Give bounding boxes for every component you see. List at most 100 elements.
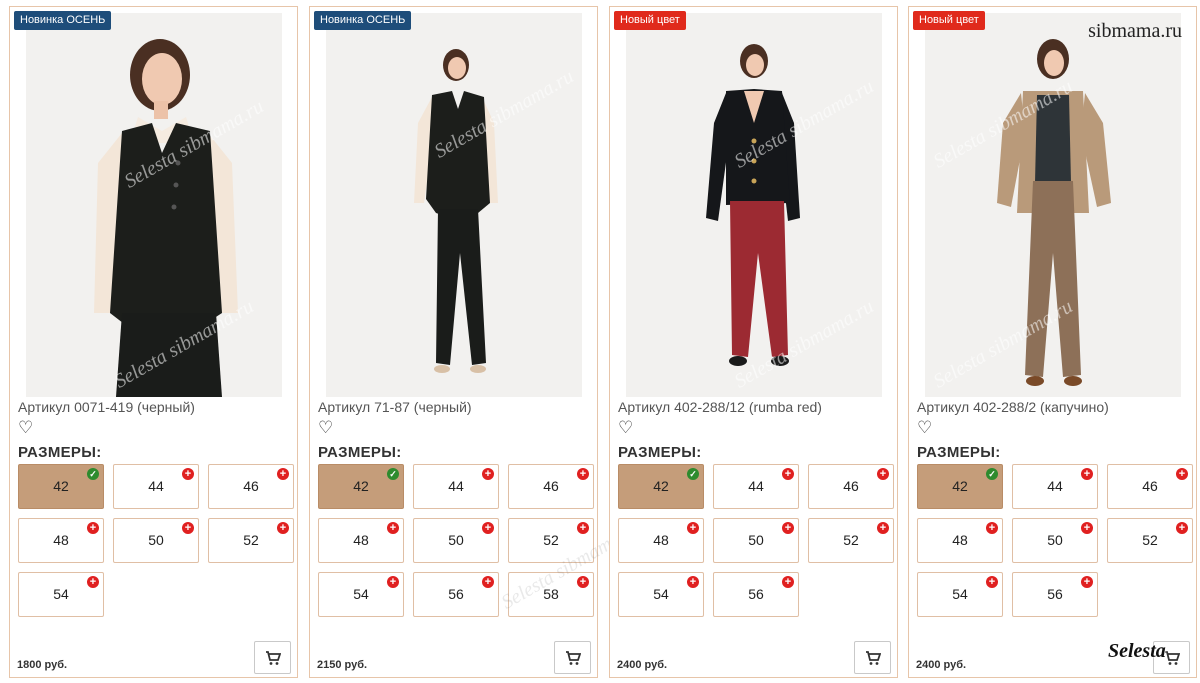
plus-icon: +: [387, 522, 399, 534]
size-option-58[interactable]: 58 +: [508, 572, 594, 617]
plus-icon: +: [577, 522, 589, 534]
plus-icon: +: [986, 576, 998, 588]
favorite-heart-icon[interactable]: ♡: [18, 419, 33, 437]
size-option-48[interactable]: 48 +: [318, 518, 404, 563]
product-card: Selesta sibmama.ru Новинка ОСЕНЬ Артикул…: [309, 6, 644, 678]
size-label: 52: [243, 532, 259, 548]
sizes-title: РАЗМЕРЫ:: [618, 444, 702, 461]
size-option-54[interactable]: 54 +: [318, 572, 404, 617]
plus-icon: +: [482, 468, 494, 480]
plus-icon: +: [1176, 468, 1188, 480]
product-photo[interactable]: Selesta sibmama.ru Selesta sibmama.ru: [925, 13, 1181, 397]
plus-icon: +: [877, 468, 889, 480]
plus-icon: +: [1176, 522, 1188, 534]
plus-icon: +: [277, 468, 289, 480]
size-option-52[interactable]: 52 +: [208, 518, 294, 563]
size-option-52[interactable]: 52 +: [1107, 518, 1193, 563]
plus-icon: +: [277, 522, 289, 534]
plus-icon: +: [877, 522, 889, 534]
site-watermark: sibmama.ru: [1088, 20, 1182, 42]
size-option-50[interactable]: 50 +: [713, 518, 799, 563]
product-badge: Новый цвет: [614, 11, 686, 30]
product-article[interactable]: Артикул 402-288/12 (rumba red): [618, 399, 822, 415]
favorite-heart-icon[interactable]: ♡: [917, 419, 932, 437]
plus-icon: +: [182, 468, 194, 480]
size-option-44[interactable]: 44 +: [113, 464, 199, 509]
size-label: 50: [1047, 532, 1063, 548]
size-option-52[interactable]: 52 +: [508, 518, 594, 563]
plus-icon: +: [986, 522, 998, 534]
size-option-56[interactable]: 56 +: [413, 572, 499, 617]
add-to-cart-button[interactable]: [554, 641, 591, 674]
size-label: 54: [653, 586, 669, 602]
size-option-46[interactable]: 46 +: [508, 464, 594, 509]
model-in-cardigan-and-red-pants-illustration: [626, 13, 882, 397]
size-option-42[interactable]: 42 ✓: [18, 464, 104, 509]
size-label: 48: [53, 532, 69, 548]
product-card: Selesta sibmama.ru Selesta sibmama.ru Но…: [609, 6, 898, 678]
size-label: 46: [243, 478, 259, 494]
plus-icon: +: [482, 522, 494, 534]
plus-icon: +: [87, 576, 99, 588]
size-label: 52: [843, 532, 859, 548]
size-option-44[interactable]: 44 +: [713, 464, 799, 509]
plus-icon: +: [577, 468, 589, 480]
size-option-46[interactable]: 46 +: [208, 464, 294, 509]
size-option-48[interactable]: 48 +: [18, 518, 104, 563]
plus-icon: +: [1081, 576, 1093, 588]
product-price: 2400 руб.: [916, 659, 967, 671]
product-article[interactable]: Артикул 71-87 (черный): [318, 399, 472, 415]
size-option-46[interactable]: 46 +: [1107, 464, 1193, 509]
favorite-heart-icon[interactable]: ♡: [318, 419, 333, 437]
shopping-cart-icon: [1165, 651, 1180, 665]
product-badge: Новинка ОСЕНЬ: [14, 11, 112, 30]
plus-icon: +: [87, 522, 99, 534]
product-photo[interactable]: Selesta sibmama.ru Selesta sibmama.ru: [626, 13, 882, 397]
size-label: 44: [1047, 478, 1063, 494]
size-option-50[interactable]: 50 +: [1012, 518, 1098, 563]
shopping-cart-icon: [266, 651, 281, 665]
size-label: 52: [543, 532, 559, 548]
size-label: 56: [748, 586, 764, 602]
size-label: 48: [653, 532, 669, 548]
size-option-56[interactable]: 56 +: [1012, 572, 1098, 617]
add-to-cart-button[interactable]: [254, 641, 291, 674]
size-option-50[interactable]: 50 +: [413, 518, 499, 563]
size-label: 48: [952, 532, 968, 548]
product-photo[interactable]: Selesta sibmama.ru Selesta sibmama.ru: [26, 13, 282, 397]
size-option-54[interactable]: 54 +: [618, 572, 704, 617]
size-label: 44: [748, 478, 764, 494]
sizes-title: РАЗМЕРЫ:: [18, 444, 102, 461]
size-option-42[interactable]: 42 ✓: [318, 464, 404, 509]
plus-icon: +: [1081, 468, 1093, 480]
size-option-42[interactable]: 42 ✓: [917, 464, 1003, 509]
size-option-54[interactable]: 54 +: [917, 572, 1003, 617]
size-label: 50: [748, 532, 764, 548]
size-label: 42: [952, 478, 968, 494]
add-to-cart-button[interactable]: [854, 641, 891, 674]
product-photo[interactable]: Selesta sibmama.ru: [326, 13, 582, 397]
plus-icon: +: [387, 576, 399, 588]
size-option-48[interactable]: 48 +: [618, 518, 704, 563]
size-option-54[interactable]: 54 +: [18, 572, 104, 617]
size-option-46[interactable]: 46 +: [808, 464, 894, 509]
size-option-50[interactable]: 50 +: [113, 518, 199, 563]
product-article[interactable]: Артикул 0071-419 (черный): [18, 399, 195, 415]
product-price: 2150 руб.: [317, 659, 368, 671]
size-label: 56: [448, 586, 464, 602]
check-icon: ✓: [387, 468, 399, 480]
size-label: 46: [843, 478, 859, 494]
size-option-44[interactable]: 44 +: [1012, 464, 1098, 509]
plus-icon: +: [782, 468, 794, 480]
plus-icon: +: [782, 576, 794, 588]
size-option-56[interactable]: 56 +: [713, 572, 799, 617]
product-badge: Новый цвет: [913, 11, 985, 30]
product-article[interactable]: Артикул 402-288/2 (капучино): [917, 399, 1109, 415]
size-option-44[interactable]: 44 +: [413, 464, 499, 509]
favorite-heart-icon[interactable]: ♡: [618, 419, 633, 437]
size-option-42[interactable]: 42 ✓: [618, 464, 704, 509]
model-in-vest-and-pants-illustration: [326, 13, 582, 397]
size-label: 50: [448, 532, 464, 548]
size-option-52[interactable]: 52 +: [808, 518, 894, 563]
size-option-48[interactable]: 48 +: [917, 518, 1003, 563]
